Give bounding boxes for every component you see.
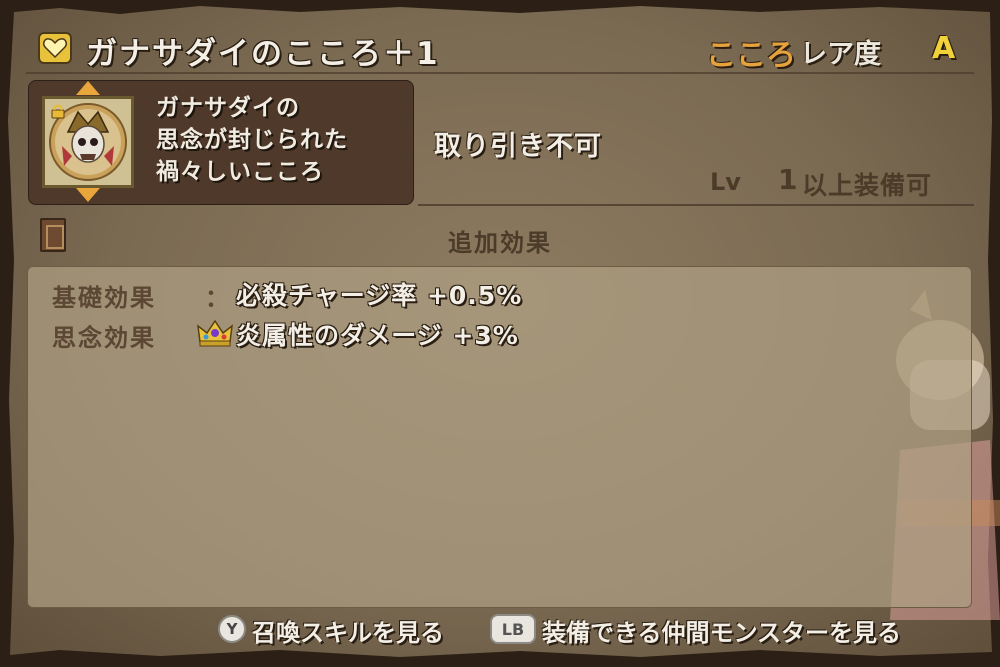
level-requirement: 以上装備可: [802, 171, 933, 200]
rarity-label: レア度: [800, 39, 881, 70]
y-button-icon[interactable]: Y: [218, 615, 246, 643]
category-label: こころ: [706, 38, 796, 73]
item-description-line: 思念が封じられた: [156, 127, 348, 153]
item-description-line: 禍々しいこころ: [156, 159, 324, 185]
heart-icon: [38, 32, 72, 64]
effect-value-thought: 炎属性のダメージ +3%: [236, 321, 519, 350]
summon-skill-button[interactable]: 召喚スキルを見る: [252, 613, 444, 648]
kokoro-title: ガナサダイのこころ＋1: [86, 36, 440, 72]
item-description-line: ガナサダイの: [156, 95, 300, 121]
level-divider: [418, 204, 974, 206]
lock-icon: [51, 104, 65, 119]
level-label: Lv: [710, 168, 741, 196]
item-description: ガナサダイの 思念が封じられた 禍々しいこころ: [156, 92, 406, 188]
header-divider: [26, 72, 974, 74]
trade-status: 取り引き不可: [434, 131, 602, 162]
additional-effects-title: 追加効果: [448, 229, 552, 257]
kokoro-detail-screen: ガナサダイのこころ＋1 こころ レア度 A ガナサダイの 思念が封じられた 禍々…: [0, 0, 1000, 667]
arrow-up-icon[interactable]: [76, 81, 100, 95]
arrow-down-icon[interactable]: [76, 188, 100, 202]
effect-label-basic: 基礎効果: [52, 284, 156, 312]
effect-value-basic: 必殺チャージ率 +0.5%: [236, 281, 523, 310]
equippable-monsters-button[interactable]: 装備できる仲間モンスターを見る: [542, 613, 901, 648]
effect-label-thought: 思念効果: [52, 324, 156, 352]
level-value: 1: [778, 163, 798, 196]
effect-separator: ：: [205, 284, 229, 312]
rarity-grade: A: [932, 31, 956, 66]
crown-icon: [197, 319, 233, 347]
lb-button-icon[interactable]: LB: [490, 614, 536, 644]
